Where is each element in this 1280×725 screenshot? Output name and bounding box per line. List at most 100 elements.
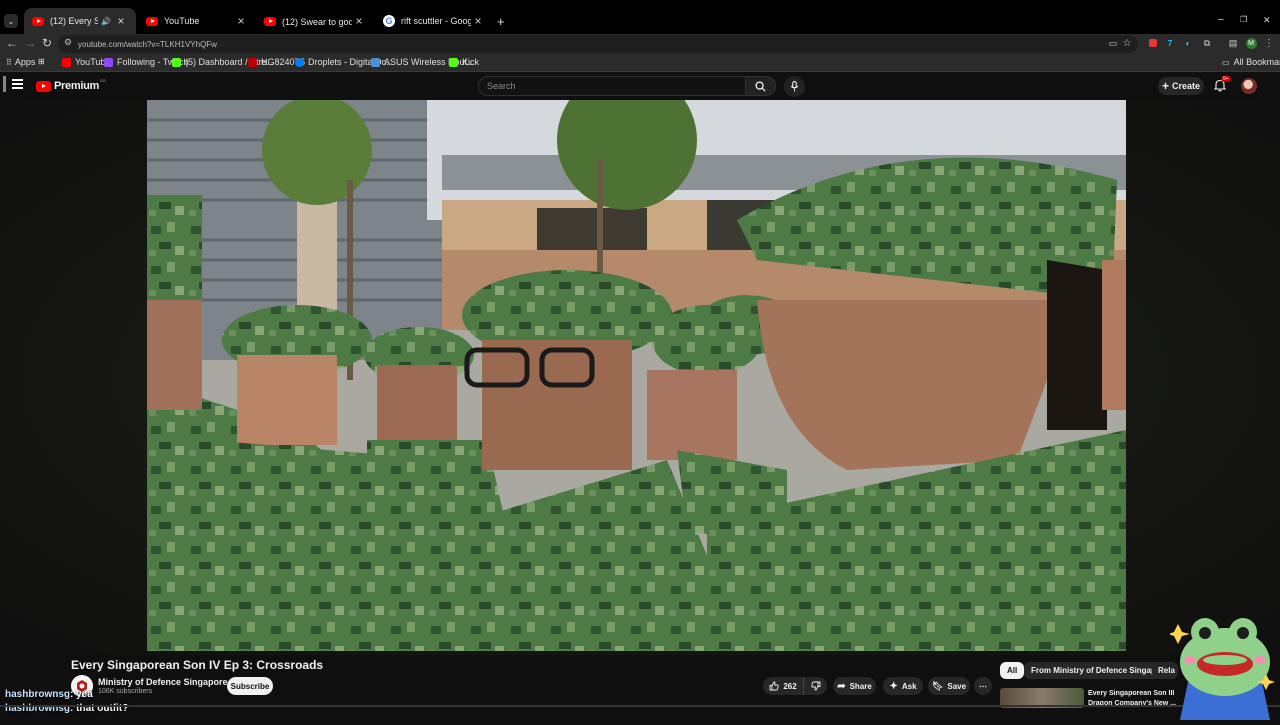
ask-button[interactable]: ✦ Ask [883, 677, 923, 695]
install-app-icon[interactable]: ▭ [1106, 36, 1120, 50]
share-label: Share [849, 681, 872, 691]
chat-username: hashbrownsg [5, 689, 71, 700]
ask-label: Ask [901, 681, 917, 691]
close-tab-icon[interactable]: × [234, 14, 248, 28]
tab-title: YouTube [164, 16, 200, 26]
back-icon[interactable]: ← [5, 36, 19, 50]
search-input[interactable]: Search [478, 76, 746, 96]
apps-grid-icon: ⠿ [6, 57, 12, 67]
subscribe-button[interactable]: Subscribe [227, 677, 273, 695]
country-badge: SG [99, 77, 106, 83]
more-actions-button[interactable]: ⋯ [974, 677, 992, 695]
account-avatar[interactable] [1241, 78, 1257, 94]
chat-text: yea [76, 689, 93, 700]
youtube-icon [62, 57, 71, 67]
asus-icon [371, 57, 380, 67]
extension-red-icon[interactable] [1146, 36, 1160, 50]
channel-name-text: Ministry of Defence Singapore [98, 677, 228, 687]
subscriber-count: 106K subscribers [98, 688, 153, 695]
frog-mascot-image [1168, 612, 1280, 720]
tab-every-singaporean-son[interactable]: (12) Every Singaporean Son 🔊 × [24, 8, 136, 34]
chat-message: hashbrownsg: yea [5, 689, 93, 700]
bookmark-label: Apps [14, 57, 36, 67]
suggested-title-line-2: Dragon Company's New ... [1088, 700, 1176, 707]
notifications-button[interactable]: 9+ [1213, 76, 1231, 93]
profile-avatar[interactable]: M [1244, 36, 1258, 50]
thumbs-up-icon [769, 681, 779, 691]
bookmarks-bar: ⠿ Apps ⊞ YouTube Following - Twitch (5) … [0, 54, 1280, 72]
bookmark-kick[interactable]: Kick [449, 57, 479, 67]
youtube-icon [32, 15, 44, 27]
folder-icon: ▭ [1222, 57, 1230, 67]
site-info-icon[interactable]: ⚙ [64, 37, 72, 48]
router-icon [248, 57, 257, 67]
youtube-premium-logo[interactable]: Premium SG [36, 77, 106, 92]
close-tab-icon[interactable]: × [471, 14, 485, 28]
tab-swear-to-god[interactable]: (12) Swear to god 음욕 🩷 bea × [256, 8, 374, 34]
all-bookmarks[interactable]: ▭ All Bookmarks [1222, 57, 1280, 67]
extension-7tv-icon[interactable]: 7 [1163, 36, 1177, 50]
microphone-icon [790, 81, 799, 92]
all-bookmarks-label: All Bookmarks [1233, 57, 1280, 67]
minimize-button[interactable]: – [1218, 14, 1224, 25]
create-label: Create [1172, 81, 1201, 91]
channel-name[interactable]: Ministry of Defence Singapore ✓ [98, 677, 240, 688]
twitch-icon [104, 57, 113, 67]
close-window-button[interactable]: ✕ [1263, 15, 1271, 26]
extension-blue-icon[interactable]: ◐ [1181, 36, 1195, 50]
bookmark-star-icon[interactable]: ☆ [1120, 36, 1134, 50]
plus-icon: + [1161, 79, 1169, 93]
sparkle-icon: ✦ [889, 680, 898, 692]
close-tab-icon[interactable]: × [352, 14, 366, 28]
url-text: youtube.com/watch?v=TLKH1VYhQFw [78, 39, 217, 49]
dislike-button[interactable] [803, 677, 827, 695]
thumbs-down-icon [810, 681, 820, 691]
speaker-icon[interactable]: 🔊 [101, 17, 111, 26]
new-tab-button[interactable]: + [497, 14, 505, 29]
tab-title: (12) Every Singaporean Son [50, 16, 99, 26]
forward-icon[interactable]: → [23, 36, 37, 50]
sidebar-scroll-indicator [3, 76, 6, 92]
voice-search-button[interactable] [784, 76, 805, 97]
browser-menu-icon[interactable]: ⋮ [1262, 36, 1276, 50]
save-label: Save [947, 681, 967, 691]
address-bar[interactable]: ⚙ youtube.com/watch?v=TLKH1VYhQFw [58, 35, 1138, 53]
tab-rift-scuttler[interactable]: G rift scuttler - Google Search × [375, 8, 493, 34]
notification-badge: 9+ [1221, 76, 1231, 82]
stream-progress-bar [0, 705, 1280, 707]
reload-icon[interactable]: ↻ [40, 36, 54, 50]
like-button[interactable]: 262 [763, 677, 803, 695]
restore-button[interactable]: ❐ [1240, 15, 1247, 24]
search-icon [755, 80, 766, 92]
tab-groups-icon[interactable]: ▤ [1226, 36, 1240, 50]
like-count: 262 [783, 681, 797, 691]
save-button[interactable]: 🔖︎ Save [928, 677, 970, 695]
video-player[interactable] [147, 100, 1126, 651]
tab-search-button[interactable]: ⌄ [4, 14, 18, 28]
hamburger-menu-icon[interactable] [12, 79, 23, 89]
frog-mascot-icon [1168, 618, 1275, 720]
tab-youtube[interactable]: YouTube × [138, 8, 256, 34]
kick-icon [449, 57, 458, 67]
tab-title: (12) Swear to god 음욕 🩷 bea [282, 16, 352, 27]
tab-title: rift scuttler - Google Search [401, 16, 471, 26]
youtube-icon [264, 15, 276, 27]
google-icon: G [383, 15, 395, 27]
create-button[interactable]: + Create [1158, 77, 1204, 95]
bookmark-grid-icon[interactable]: ⊞ [38, 57, 45, 66]
profile-initial: M [1245, 37, 1257, 49]
youtube-logo-icon [36, 80, 51, 92]
extensions-puzzle-icon[interactable]: ⧉ [1200, 36, 1214, 50]
share-arrow-icon: ➦ [837, 680, 846, 692]
video-title: Every Singaporean Son IV Ep 3: Crossroad… [71, 658, 324, 672]
bookmark-apps[interactable]: ⠿ Apps [6, 57, 35, 67]
close-tab-icon[interactable]: × [114, 14, 128, 28]
search-button[interactable] [746, 76, 776, 96]
tab-strip: ⌄ (12) Every Singaporean Son 🔊 × YouTube… [0, 0, 1280, 34]
video-frame-image [147, 100, 1126, 651]
youtube-icon [146, 15, 158, 27]
share-button[interactable]: ➦ Share [833, 677, 876, 695]
logo-text: Premium [54, 80, 99, 92]
chip-all[interactable]: All [1000, 662, 1025, 679]
kick-icon [172, 57, 181, 67]
